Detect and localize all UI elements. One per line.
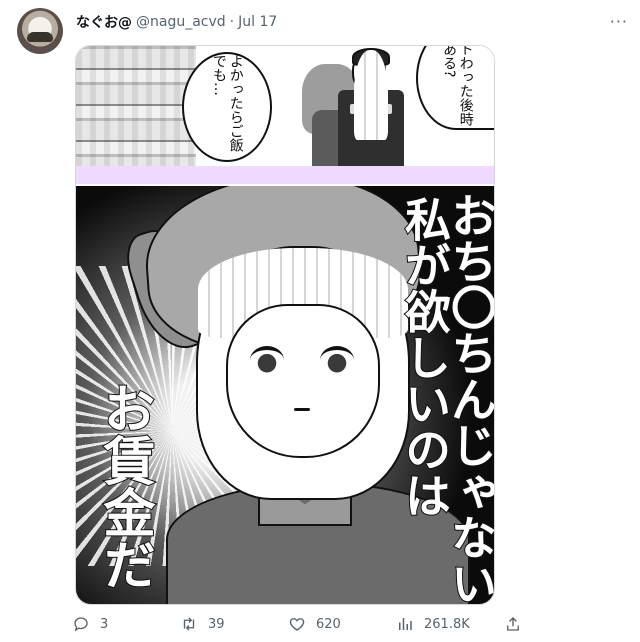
avatar[interactable] — [17, 8, 63, 54]
clerk-illustration — [338, 46, 418, 166]
reply-icon — [74, 617, 88, 632]
like-count: 620 — [316, 616, 341, 632]
views-button[interactable]: 261.8K — [396, 615, 504, 633]
separator-dot: · — [229, 14, 235, 30]
manga-caption-left: お賃金だ — [93, 381, 155, 591]
tweet-date[interactable]: Jul 17 — [238, 14, 277, 30]
like-button[interactable]: 620 — [288, 615, 396, 633]
right-eye — [320, 346, 354, 374]
tweet-header: なぐお@ @nagu_acvd · Jul 17 — [76, 12, 277, 32]
share-icon — [507, 617, 519, 631]
manga-panel-main: 私が欲しいのは おち〇ちんじゃない お賃金だ — [76, 186, 494, 604]
mouth — [294, 408, 310, 411]
tweet-actions: 3 39 620 261.8K — [72, 612, 612, 636]
share-button[interactable] — [504, 615, 612, 633]
retweet-count: 39 — [208, 616, 225, 632]
like-icon — [289, 618, 305, 631]
manga-caption-col2: おち〇ちんじゃない — [443, 191, 494, 604]
manga-panel-top: よかったらご飯でも… イトわった後時間ある? — [76, 46, 494, 168]
manga-caption-col1: 私が欲しいのは — [397, 195, 453, 519]
author-name[interactable]: なぐお@ — [76, 12, 132, 32]
store-shelves-illustration — [76, 46, 196, 166]
speech-bubble-left: よかったらご飯でも… — [182, 52, 272, 162]
retweet-icon — [183, 617, 195, 631]
panel-divider — [76, 166, 494, 184]
views-icon — [399, 618, 412, 630]
views-count: 261.8K — [424, 616, 470, 632]
reply-button[interactable]: 3 — [72, 615, 180, 633]
author-handle[interactable]: @nagu_acvd — [136, 14, 226, 30]
left-eye — [250, 346, 284, 374]
reply-count: 3 — [100, 616, 109, 632]
retweet-button[interactable]: 39 — [180, 615, 288, 633]
speech-bubble-right: イトわった後時間ある? — [416, 46, 494, 130]
more-options-icon[interactable]: ··· — [610, 12, 628, 31]
tweet-image[interactable]: よかったらご飯でも… イトわった後時間ある? 私が欲しいのは おち〇ちんじゃない… — [75, 45, 495, 605]
girl-face-illustration — [226, 304, 380, 458]
